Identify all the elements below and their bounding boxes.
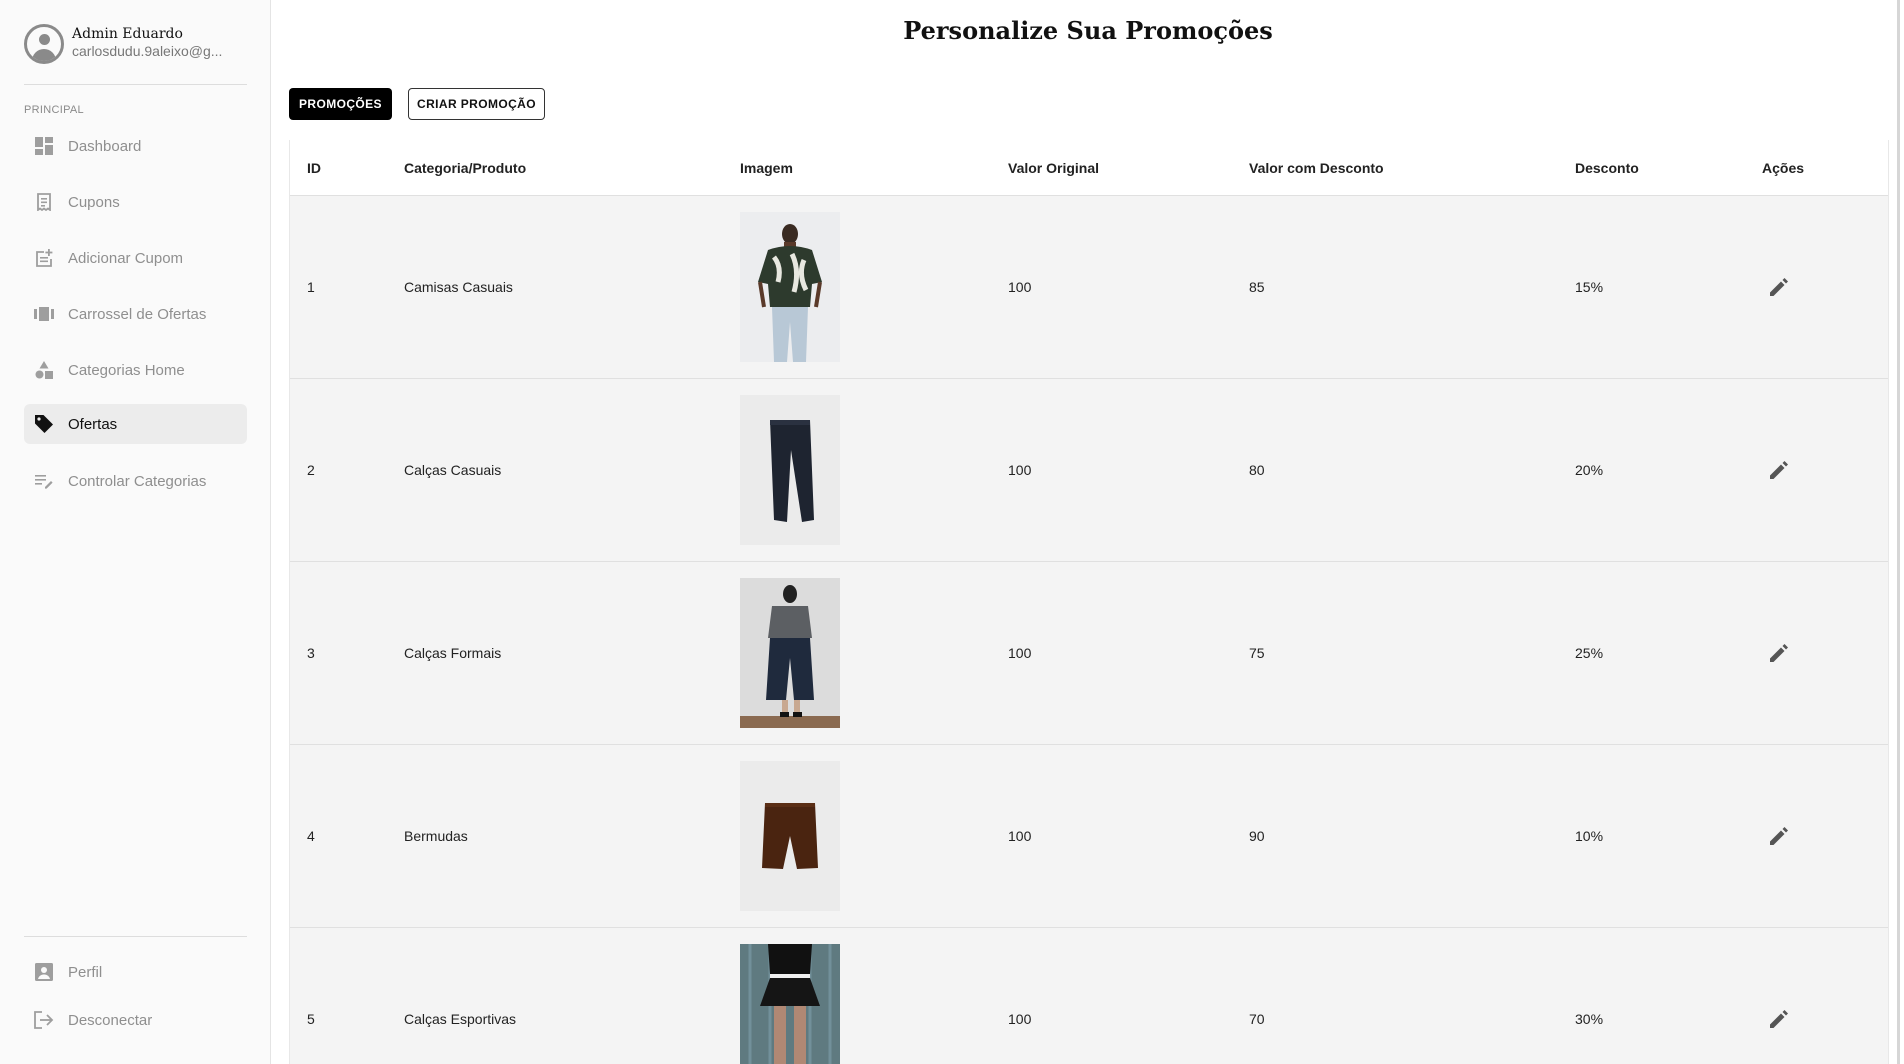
column-header-discounted[interactable]: Valor com Desconto [1249,140,1384,196]
table-row: 2 Calças Casuais 100 80 20% [290,379,1888,562]
sidebar-item-categorias-home[interactable]: Categorias Home [24,350,247,390]
carousel-icon [34,304,54,324]
cell-discount: 25% [1575,645,1604,661]
cell-product: Bermudas [404,828,468,844]
table-row: 4 Bermudas 100 90 10% [290,745,1888,928]
sidebar-item-label: Controlar Categorias [68,472,207,490]
sidebar-item-label: Carrossel de Ofertas [68,305,207,323]
cell-discounted-value: 75 [1249,645,1265,661]
receipt-icon [34,192,54,212]
column-header-actions: Ações [1762,160,1805,176]
edit-icon[interactable] [1767,460,1789,482]
cell-original-value: 100 [1008,645,1032,661]
column-header-discount[interactable]: Desconto [1575,140,1639,196]
cell-original-value: 100 [1008,828,1032,844]
cell-discounted-value: 85 [1249,279,1265,295]
column-header-original[interactable]: Valor Original [1008,140,1099,196]
product-image [740,212,840,362]
sidebar-item-label: Ofertas [68,415,118,433]
sidebar-item-controlar-categorias[interactable]: Controlar Categorias [24,461,247,501]
sidebar-divider [24,84,247,85]
cell-id: 5 [307,1011,315,1027]
sidebar-item-adicionar-cupom[interactable]: Adicionar Cupom [24,238,247,278]
product-image [740,944,840,1064]
edit-icon[interactable] [1767,826,1789,848]
cell-product: Calças Casuais [404,462,502,478]
sidebar-item-label: Desconectar [68,1011,153,1029]
cell-discount: 30% [1575,1011,1604,1027]
post-add-icon [34,248,54,268]
column-header-image[interactable]: Imagem [740,140,793,196]
cell-product: Calças Formais [404,645,502,661]
sidebar-item-carrossel[interactable]: Carrossel de Ofertas [24,294,247,334]
table-row: 3 Calças Formais 100 75 25% [290,562,1888,745]
product-image [740,578,840,728]
logout-icon [34,1010,54,1030]
cell-discount: 20% [1575,462,1604,478]
table-row: 1 Camisas Casuais 100 85 15% [290,196,1888,379]
table-header: ID Categoria/Produto Imagem Valor Origin… [290,140,1888,196]
cell-discounted-value: 90 [1249,828,1265,844]
cell-id: 1 [307,279,315,295]
user-name: Admin Eduardo [72,26,183,42]
cell-discounted-value: 70 [1249,1011,1265,1027]
edit-icon[interactable] [1767,1009,1789,1031]
sidebar-item-cupons[interactable]: Cupons [24,182,247,222]
user-email: carlosdudu.9aleixo@g... [72,43,223,59]
cell-original-value: 100 [1008,279,1032,295]
avatar-icon [24,24,64,64]
sidebar-item-dashboard[interactable]: Dashboard [24,126,247,166]
product-image [740,395,840,545]
cell-discount: 15% [1575,279,1604,295]
section-label: PRINCIPAL [24,104,84,116]
promotions-table: ID Categoria/Produto Imagem Valor Origin… [289,140,1889,1064]
criar-promocao-button[interactable]: CRIAR PROMOÇÃO [408,88,545,120]
cell-id: 2 [307,462,315,478]
cell-original-value: 100 [1008,1011,1032,1027]
cell-id: 4 [307,828,315,844]
column-header-product[interactable]: Categoria/Produto [404,140,526,196]
dashboard-icon [34,136,54,156]
user-profile[interactable]: Admin Eduardo carlosdudu.9aleixo@g... [24,24,254,64]
cell-discounted-value: 80 [1249,462,1265,478]
product-image [740,761,840,911]
page-scrollbar[interactable] [1897,0,1900,1064]
tag-icon [34,414,54,434]
cell-product: Calças Esportivas [404,1011,517,1027]
cell-discount: 10% [1575,828,1604,844]
sidebar-divider [24,936,247,937]
sidebar-item-label: Dashboard [68,137,142,155]
edit-list-icon [34,471,54,491]
table-row: 5 Calças Esportivas 100 70 30% [290,928,1888,1064]
sidebar-item-label: Cupons [68,193,120,211]
edit-icon[interactable] [1767,277,1789,299]
sidebar-item-desconectar[interactable]: Desconectar [24,1000,247,1040]
promocoes-button[interactable]: PROMOÇÕES [289,88,392,120]
category-icon [34,360,54,380]
page-title: Personalize Sua Promoções [903,16,1273,45]
column-header-id[interactable]: ID [307,140,321,196]
cell-product: Camisas Casuais [404,279,513,295]
sidebar-item-label: Perfil [68,963,103,981]
cell-original-value: 100 [1008,462,1032,478]
edit-icon[interactable] [1767,643,1789,665]
account-box-icon [34,962,54,982]
main-content: Personalize Sua Promoções PROMOÇÕES CRIA… [272,0,1904,1064]
cell-id: 3 [307,645,315,661]
sidebar: Admin Eduardo carlosdudu.9aleixo@g... PR… [0,0,271,1064]
sidebar-item-label: Categorias Home [68,361,185,379]
sidebar-item-ofertas[interactable]: Ofertas [24,404,247,444]
sidebar-item-label: Adicionar Cupom [68,249,184,267]
sidebar-item-perfil[interactable]: Perfil [24,952,247,992]
